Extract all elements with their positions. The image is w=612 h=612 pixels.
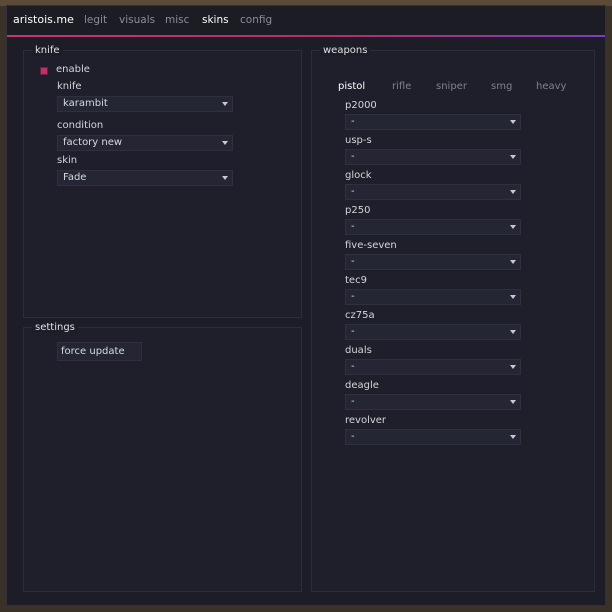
chevron-down-icon — [222, 102, 228, 106]
condition-select[interactable]: factory new — [57, 135, 233, 151]
cheat-menu-window: aristois.me legit visuals misc skins con… — [6, 5, 606, 606]
nav-tab-misc[interactable]: misc — [165, 14, 189, 26]
weapon-label-p250: p250 — [345, 205, 371, 216]
tab-rifle[interactable]: rifle — [392, 81, 411, 92]
weapon-skin-select-value: - — [351, 396, 355, 407]
weapon-skin-select-revolver[interactable]: - — [345, 429, 521, 445]
weapon-skin-select-value: - — [351, 186, 355, 197]
knife-panel-title: knife — [32, 45, 63, 56]
nav-tab-visuals[interactable]: visuals — [119, 14, 155, 26]
weapon-label-duals: duals — [345, 345, 372, 356]
condition-select-value: factory new — [63, 137, 123, 148]
chevron-down-icon — [510, 120, 516, 124]
tab-heavy[interactable]: heavy — [536, 81, 566, 92]
weapons-panel-title: weapons — [320, 45, 371, 56]
brand-title: aristois.me — [13, 13, 74, 26]
settings-panel: settings force update — [23, 322, 302, 592]
weapon-skin-select-five-seven[interactable]: - — [345, 254, 521, 270]
condition-label: condition — [57, 120, 104, 131]
knife-select[interactable]: karambit — [57, 96, 233, 112]
weapon-skin-select-cz75a[interactable]: - — [345, 324, 521, 340]
weapon-skin-select-deagle[interactable]: - — [345, 394, 521, 410]
chevron-down-icon — [510, 155, 516, 159]
knife-select-value: karambit — [63, 98, 108, 109]
force-update-button[interactable]: force update — [57, 342, 142, 361]
skin-select-value: Fade — [63, 172, 87, 183]
weapon-skin-select-value: - — [351, 116, 355, 127]
weapon-skin-select-p2000[interactable]: - — [345, 114, 521, 130]
weapon-skin-select-value: - — [351, 151, 355, 162]
weapon-skin-select-value: - — [351, 361, 355, 372]
weapon-skin-select-value: - — [351, 326, 355, 337]
weapon-skin-select-tec9[interactable]: - — [345, 289, 521, 305]
nav-tab-legit[interactable]: legit — [84, 14, 107, 26]
title-bar: aristois.me legit visuals misc skins con… — [7, 6, 605, 36]
chevron-down-icon — [510, 435, 516, 439]
weapon-skin-select-value: - — [351, 221, 355, 232]
tab-pistol[interactable]: pistol — [338, 81, 365, 92]
chevron-down-icon — [510, 400, 516, 404]
enable-checkbox[interactable] — [40, 67, 48, 75]
tab-sniper[interactable]: sniper — [436, 81, 467, 92]
weapon-skin-select-usp-s[interactable]: - — [345, 149, 521, 165]
accent-line — [7, 35, 605, 37]
nav-tab-skins[interactable]: skins — [202, 14, 229, 26]
chevron-down-icon — [510, 295, 516, 299]
weapon-label-tec9: tec9 — [345, 275, 367, 286]
chevron-down-icon — [510, 225, 516, 229]
weapon-label-five-seven: five-seven — [345, 240, 397, 251]
weapon-skin-select-duals[interactable]: - — [345, 359, 521, 375]
weapon-skin-select-p250[interactable]: - — [345, 219, 521, 235]
weapon-label-deagle: deagle — [345, 380, 379, 391]
tab-smg[interactable]: smg — [491, 81, 512, 92]
skin-label: skin — [57, 155, 78, 166]
settings-panel-title: settings — [32, 322, 78, 333]
chevron-down-icon — [222, 176, 228, 180]
skin-select[interactable]: Fade — [57, 170, 233, 186]
chevron-down-icon — [510, 190, 516, 194]
weapon-skin-select-glock[interactable]: - — [345, 184, 521, 200]
knife-label: knife — [57, 81, 82, 92]
chevron-down-icon — [510, 365, 516, 369]
weapon-label-p2000: p2000 — [345, 100, 377, 111]
weapon-label-usp-s: usp-s — [345, 135, 372, 146]
weapon-skin-select-value: - — [351, 431, 355, 442]
force-update-label: force update — [61, 346, 125, 357]
weapon-label-revolver: revolver — [345, 415, 387, 426]
chevron-down-icon — [510, 260, 516, 264]
weapon-skin-select-value: - — [351, 291, 355, 302]
weapon-skin-select-value: - — [351, 256, 355, 267]
chevron-down-icon — [222, 141, 228, 145]
weapons-panel: weapons p2000 - usp-s - glock - p250 - five-seve… — [311, 45, 595, 592]
weapon-label-cz75a: cz75a — [345, 310, 375, 321]
knife-panel: knife enable knife karambit condition fa… — [23, 45, 302, 318]
enable-label: enable — [56, 64, 90, 75]
weapon-label-glock: glock — [345, 170, 372, 181]
nav-tab-config[interactable]: config — [240, 14, 272, 26]
chevron-down-icon — [510, 330, 516, 334]
